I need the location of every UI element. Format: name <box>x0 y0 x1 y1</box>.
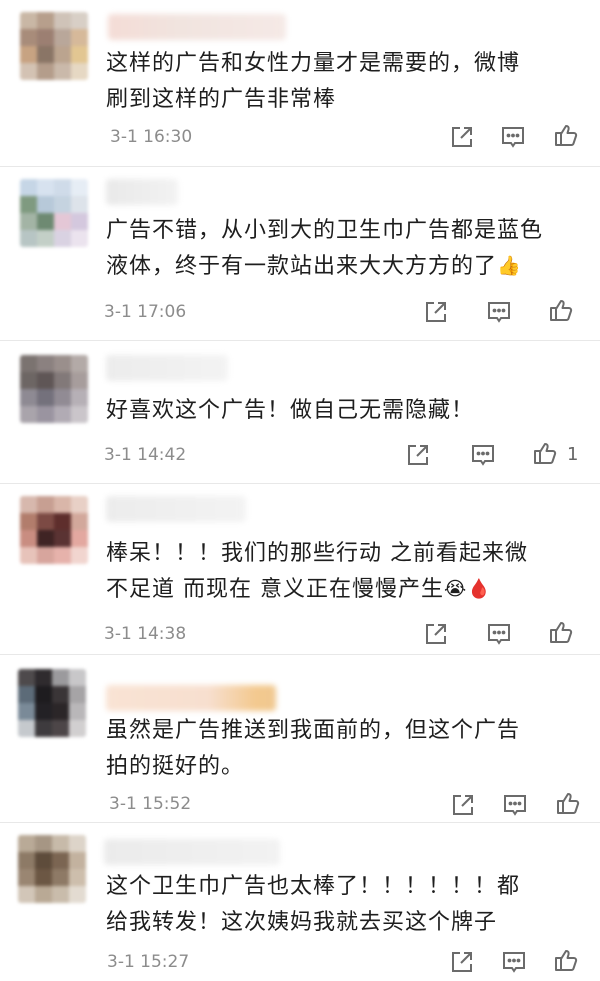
comment-icon[interactable] <box>501 949 527 975</box>
username-blurred[interactable] <box>108 14 286 40</box>
comment-text: 虽然是广告推送到我面前的，但这个广告 拍的挺好的。 <box>106 713 576 785</box>
comment-icon[interactable] <box>502 792 528 818</box>
comment-item: 棒呆！！！我们的那些行动 之前看起来微 不足道 而现在 意义正在慢慢产生😭🩸 3… <box>0 484 600 654</box>
comment-icon[interactable] <box>486 621 512 647</box>
share-icon[interactable] <box>423 621 449 647</box>
comment-icon[interactable] <box>470 442 496 468</box>
share-icon[interactable] <box>450 792 476 818</box>
comment-timestamp: 3-1 15:27 <box>107 952 190 972</box>
avatar[interactable] <box>18 835 86 903</box>
like-icon[interactable] <box>532 440 558 466</box>
comment-text-fragment: 液体，终于有一款站出来大大方方的了 <box>106 254 498 279</box>
comment-text: 棒呆！！！我们的那些行动 之前看起来微 不足道 而现在 意义正在慢慢产生😭🩸 <box>106 536 576 608</box>
comment-timestamp: 3-1 17:06 <box>104 302 187 322</box>
username-blurred[interactable] <box>104 839 280 865</box>
share-icon[interactable] <box>449 124 475 150</box>
like-icon[interactable] <box>548 297 574 323</box>
like-icon[interactable] <box>555 790 581 816</box>
avatar[interactable] <box>20 12 88 80</box>
comment-text-fragment: 不足道 而现在 意义正在慢慢产生 <box>106 577 444 602</box>
comment-item: 广告不错，从小到大的卫生巾广告都是蓝色 液体，终于有一款站出来大大方方的了👍 3… <box>0 167 600 340</box>
share-icon[interactable] <box>449 949 475 975</box>
comment-text-line: 棒呆！！！我们的那些行动 之前看起来微 <box>106 541 528 566</box>
comment-text-line: 拍的挺好的。 <box>106 754 245 779</box>
thumbs-up-emoji: 👍 <box>497 255 522 277</box>
comment-timestamp: 3-1 16:30 <box>110 127 193 147</box>
username-blurred[interactable] <box>106 179 178 205</box>
comment-text-line: 好喜欢这个广告！做自己无需隐藏！ <box>106 398 475 423</box>
avatar[interactable] <box>18 669 86 737</box>
comment-item: 虽然是广告推送到我面前的，但这个广告 拍的挺好的。 3-1 15:52 <box>0 655 600 822</box>
comment-text: 这个卫生巾广告也太棒了！！！！！！都 给我转发！这次姨妈我就去买这个牌子 <box>106 869 576 941</box>
like-icon[interactable] <box>548 619 574 645</box>
avatar[interactable] <box>20 496 88 564</box>
crying-emoji: 😭 <box>444 578 468 600</box>
comment-text-line: 刷到这样的广告非常棒 <box>106 87 337 112</box>
comment-item: 这个卫生巾广告也太棒了！！！！！！都 给我转发！这次姨妈我就去买这个牌子 3-1… <box>0 823 600 981</box>
comment-text: 好喜欢这个广告！做自己无需隐藏！ <box>106 393 576 429</box>
comment-timestamp: 3-1 14:38 <box>104 624 187 644</box>
comment-text: 这样的广告和女性力量才是需要的，微博 刷到这样的广告非常棒 <box>106 46 576 118</box>
username-blurred[interactable] <box>106 685 276 711</box>
comment-text-line: 这样的广告和女性力量才是需要的，微博 <box>106 51 521 76</box>
comment-text: 广告不错，从小到大的卫生巾广告都是蓝色 液体，终于有一款站出来大大方方的了👍 <box>106 213 576 285</box>
avatar[interactable] <box>20 179 88 247</box>
like-icon[interactable] <box>553 122 579 148</box>
comment-item: 这样的广告和女性力量才是需要的，微博 刷到这样的广告非常棒 3-1 16:30 <box>0 0 600 165</box>
comment-timestamp: 3-1 14:42 <box>104 445 187 465</box>
like-icon[interactable] <box>553 947 579 973</box>
username-blurred[interactable] <box>106 355 228 381</box>
username-blurred[interactable] <box>106 496 246 522</box>
comment-text-line: 不足道 而现在 意义正在慢慢产生😭🩸 <box>106 572 576 608</box>
blood-drop-emoji: 🩸 <box>467 578 492 600</box>
avatar[interactable] <box>20 355 88 423</box>
comment-text-line: 虽然是广告推送到我面前的，但这个广告 <box>106 718 521 743</box>
share-icon[interactable] <box>405 442 431 468</box>
comment-timestamp: 3-1 15:52 <box>109 794 192 814</box>
like-count: 1 <box>567 444 579 465</box>
comment-text-line: 广告不错，从小到大的卫生巾广告都是蓝色 <box>106 218 544 243</box>
comment-item: 好喜欢这个广告！做自己无需隐藏！ 3-1 14:42 1 <box>0 341 600 483</box>
comment-text-line: 给我转发！这次姨妈我就去买这个牌子 <box>106 910 498 935</box>
comment-text-line: 这个卫生巾广告也太棒了！！！！！！都 <box>106 874 521 899</box>
comment-text-line: 液体，终于有一款站出来大大方方的了👍 <box>106 249 576 285</box>
share-icon[interactable] <box>423 299 449 325</box>
comment-icon[interactable] <box>486 299 512 325</box>
comment-icon[interactable] <box>500 124 526 150</box>
